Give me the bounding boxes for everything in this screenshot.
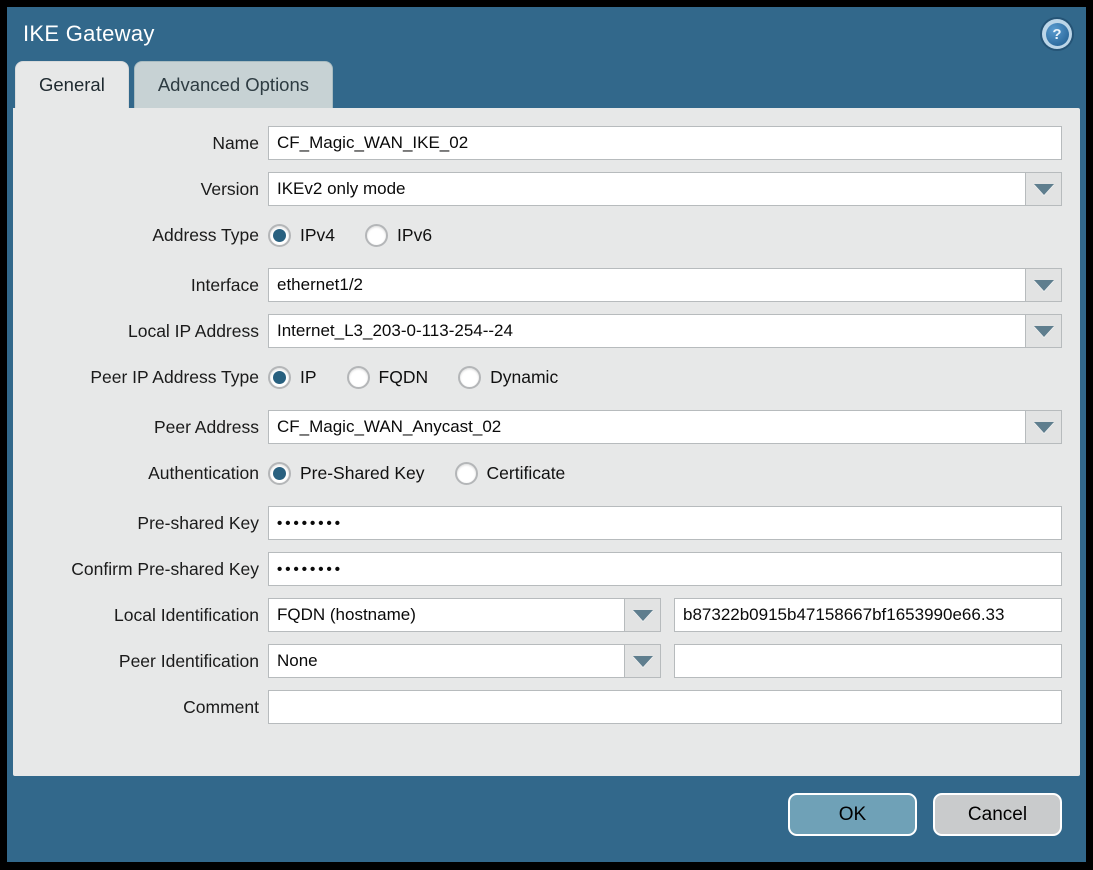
radio-ipv4-label: IPv4 (300, 225, 335, 246)
dialog-footer: OK Cancel (7, 776, 1086, 836)
name-input[interactable] (268, 126, 1062, 160)
chevron-down-icon (633, 610, 653, 621)
tab-bar: General Advanced Options (7, 61, 1086, 108)
local-identification-type-dropdown (268, 598, 661, 632)
version-input[interactable] (268, 172, 1025, 206)
local-ip-address-row: Local IP Address (13, 314, 1062, 348)
question-mark-glyph: ? (1046, 23, 1069, 46)
version-dropdown-button[interactable] (1025, 172, 1062, 206)
peer-identification-row: Peer Identification (13, 644, 1062, 678)
peer-ip-address-type-label: Peer IP Address Type (13, 367, 268, 388)
pre-shared-key-input[interactable] (268, 506, 1062, 540)
local-identification-type-input[interactable] (268, 598, 624, 632)
local-identification-dropdown-button[interactable] (624, 598, 661, 632)
interface-dropdown (268, 268, 1062, 302)
tab-general[interactable]: General (15, 61, 129, 108)
version-dropdown (268, 172, 1062, 206)
radio-button-icon[interactable] (458, 366, 481, 389)
peer-address-input[interactable] (268, 410, 1025, 444)
dialog-title: IKE Gateway (23, 21, 155, 47)
confirm-pre-shared-key-input[interactable] (268, 552, 1062, 586)
local-ip-address-input[interactable] (268, 314, 1025, 348)
radio-option-ipv4[interactable]: IPv4 (268, 224, 335, 247)
radio-option-certificate[interactable]: Certificate (455, 462, 566, 485)
ok-button[interactable]: OK (788, 793, 917, 836)
local-identification-value-input[interactable] (674, 598, 1062, 632)
radio-pre-shared-key-label: Pre-Shared Key (300, 463, 425, 484)
interface-input[interactable] (268, 268, 1025, 302)
chevron-down-icon (1034, 280, 1054, 291)
pre-shared-key-row: Pre-shared Key (13, 506, 1062, 540)
peer-address-dropdown-button[interactable] (1025, 410, 1062, 444)
ike-gateway-dialog: IKE Gateway ? General Advanced Options N… (7, 7, 1086, 862)
confirm-pre-shared-key-label: Confirm Pre-shared Key (13, 559, 268, 580)
peer-identification-type-input[interactable] (268, 644, 624, 678)
radio-button-icon[interactable] (268, 224, 291, 247)
comment-row: Comment (13, 690, 1062, 724)
radio-option-dynamic[interactable]: Dynamic (458, 366, 558, 389)
peer-identification-type-dropdown (268, 644, 661, 678)
local-identification-row: Local Identification (13, 598, 1062, 632)
pre-shared-key-label: Pre-shared Key (13, 513, 268, 534)
peer-address-dropdown (268, 410, 1062, 444)
version-label: Version (13, 179, 268, 200)
name-row: Name (13, 126, 1062, 160)
radio-button-icon[interactable] (455, 462, 478, 485)
radio-dynamic-label: Dynamic (490, 367, 558, 388)
radio-button-icon[interactable] (268, 366, 291, 389)
local-ip-address-dropdown (268, 314, 1062, 348)
radio-button-icon[interactable] (365, 224, 388, 247)
local-identification-label: Local Identification (13, 605, 268, 626)
address-type-label: Address Type (13, 225, 268, 246)
confirm-pre-shared-key-row: Confirm Pre-shared Key (13, 552, 1062, 586)
cancel-button[interactable]: Cancel (933, 793, 1062, 836)
version-row: Version (13, 172, 1062, 206)
tab-advanced-options[interactable]: Advanced Options (134, 61, 333, 108)
peer-address-row: Peer Address (13, 410, 1062, 444)
chevron-down-icon (1034, 184, 1054, 195)
tab-advanced-options-label: Advanced Options (158, 74, 309, 96)
peer-identification-value-input[interactable] (674, 644, 1062, 678)
interface-label: Interface (13, 275, 268, 296)
comment-label: Comment (13, 697, 268, 718)
radio-option-ip[interactable]: IP (268, 366, 317, 389)
chevron-down-icon (1034, 326, 1054, 337)
radio-option-pre-shared-key[interactable]: Pre-Shared Key (268, 462, 425, 485)
radio-ipv6-label: IPv6 (397, 225, 432, 246)
tab-general-label: General (39, 74, 105, 96)
radio-option-ipv6[interactable]: IPv6 (365, 224, 432, 247)
general-tab-panel: Name Version Address Type (13, 108, 1080, 776)
chevron-down-icon (1034, 422, 1054, 433)
radio-button-icon[interactable] (268, 462, 291, 485)
radio-button-icon[interactable] (347, 366, 370, 389)
peer-address-label: Peer Address (13, 417, 268, 438)
comment-input[interactable] (268, 690, 1062, 724)
local-ip-address-label: Local IP Address (13, 321, 268, 342)
address-type-row: Address Type IPv4 IPv6 (13, 218, 1062, 252)
local-ip-address-dropdown-button[interactable] (1025, 314, 1062, 348)
radio-certificate-label: Certificate (487, 463, 566, 484)
help-icon[interactable]: ? (1042, 19, 1072, 49)
title-bar: IKE Gateway ? (7, 7, 1086, 61)
peer-identification-label: Peer Identification (13, 651, 268, 672)
radio-fqdn-label: FQDN (379, 367, 429, 388)
radio-option-fqdn[interactable]: FQDN (347, 366, 429, 389)
peer-identification-dropdown-button[interactable] (624, 644, 661, 678)
authentication-label: Authentication (13, 463, 268, 484)
peer-ip-address-type-row: Peer IP Address Type IP FQDN Dynamic (13, 360, 1062, 394)
interface-row: Interface (13, 268, 1062, 302)
chevron-down-icon (633, 656, 653, 667)
interface-dropdown-button[interactable] (1025, 268, 1062, 302)
radio-ip-label: IP (300, 367, 317, 388)
name-label: Name (13, 133, 268, 154)
authentication-row: Authentication Pre-Shared Key Certificat… (13, 456, 1062, 490)
